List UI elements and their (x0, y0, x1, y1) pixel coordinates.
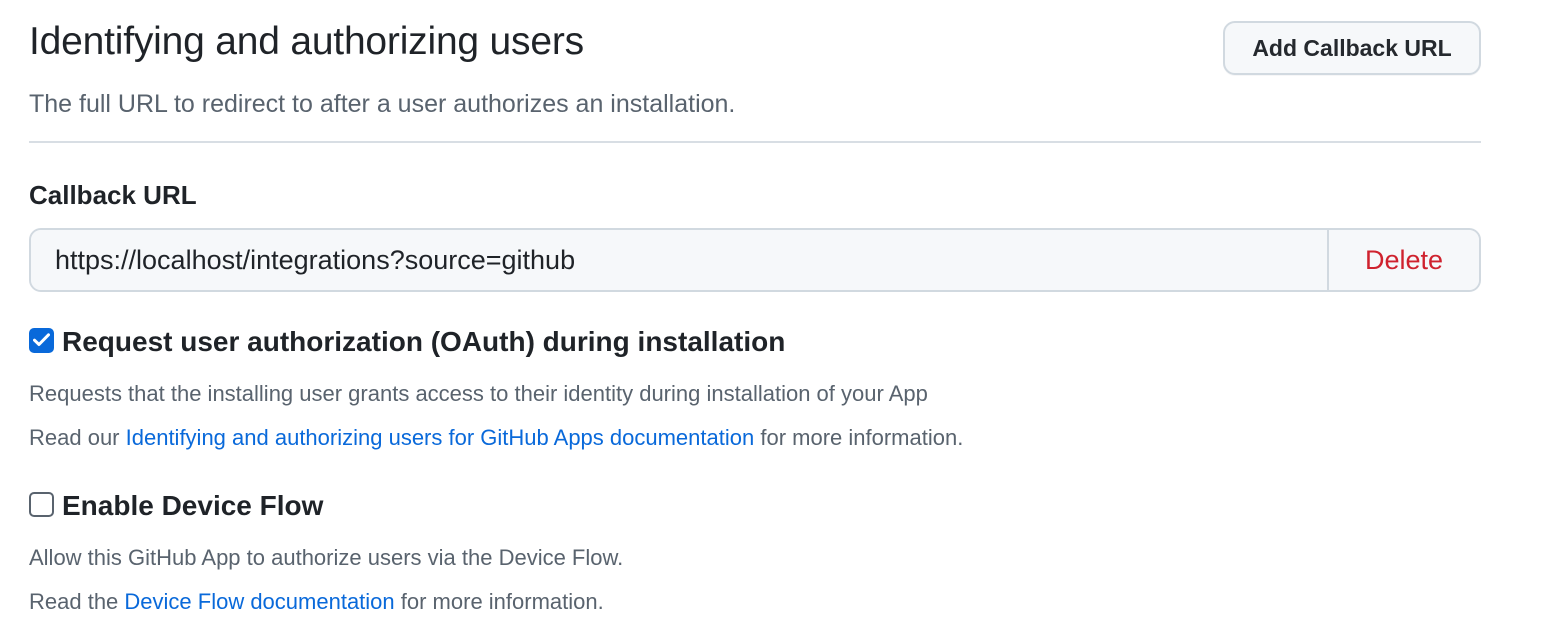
device-flow-docs-suffix: for more information. (394, 589, 604, 614)
oauth-docs-link[interactable]: Identifying and authorizing users for Gi… (126, 425, 755, 450)
device-flow-docs-link[interactable]: Device Flow documentation (124, 589, 394, 614)
add-callback-url-button[interactable]: Add Callback URL (1223, 21, 1481, 75)
oauth-docs-note: Read our Identifying and authorizing use… (29, 425, 963, 451)
callback-url-input[interactable] (31, 230, 1327, 290)
oauth-docs-prefix: Read our (29, 425, 126, 450)
callback-settings-section: Identifying and authorizing users The fu… (29, 0, 1481, 614)
callback-url-group: Delete (29, 228, 1481, 292)
section-subtitle: The full URL to redirect to after a user… (29, 90, 736, 118)
device-flow-description: Allow this GitHub App to authorize users… (29, 545, 624, 570)
oauth-checkbox[interactable] (29, 327, 54, 353)
device-flow-checkbox[interactable] (29, 491, 54, 517)
device-flow-docs-prefix: Read the (29, 589, 125, 614)
oauth-checkbox-row[interactable]: Request user authorization (OAuth) durin… (29, 326, 785, 358)
checkmark-icon (33, 333, 50, 346)
oauth-docs-suffix: for more information. (754, 425, 964, 450)
delete-callback-button[interactable]: Delete (1327, 230, 1479, 290)
oauth-description: Requests that the installing user grants… (29, 381, 928, 406)
device-flow-checkbox-row[interactable]: Enable Device Flow (29, 490, 323, 522)
callback-url-label: Callback URL (29, 180, 197, 210)
oauth-checkbox-label: Request user authorization (OAuth) durin… (62, 326, 786, 357)
device-flow-docs-note: Read the Device Flow documentation for m… (29, 589, 604, 615)
section-header: Identifying and authorizing users The fu… (29, 0, 1481, 143)
device-flow-checkbox-label: Enable Device Flow (62, 490, 324, 521)
section-title: Identifying and authorizing users (29, 20, 584, 63)
